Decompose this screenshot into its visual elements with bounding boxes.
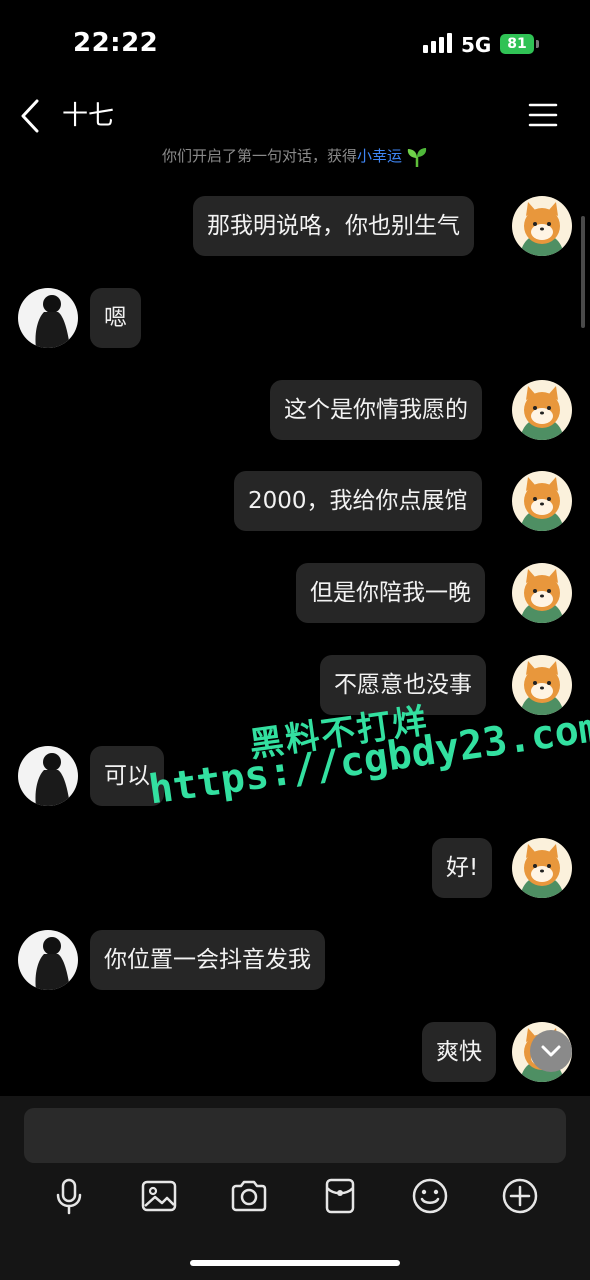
contact-avatar[interactable] <box>18 288 78 348</box>
chat-area[interactable]: 你们开启了第一句对话，获得小幸运 那我明说咯，你也别生气 嗯 这个是你情我愿的 … <box>0 146 590 1096</box>
lucky-link[interactable]: 小幸运 <box>357 147 402 165</box>
chat-title: 十七 <box>62 101 115 131</box>
message-bubble[interactable]: 那我明说咯，你也别生气 <box>193 196 474 256</box>
message-text: 2000，我给你点展馆 <box>248 488 468 514</box>
message-bubble[interactable]: 嗯 <box>90 288 141 348</box>
message-text: 你位置一会抖音发我 <box>104 947 311 973</box>
message-text: 可以 <box>104 763 150 789</box>
message-text: 那我明说咯，你也别生气 <box>207 213 460 239</box>
camera-icon[interactable] <box>229 1176 269 1216</box>
shiba-avatar-icon <box>512 838 572 898</box>
status-bar: 22:22 5G 81 <box>0 0 590 88</box>
scrollbar[interactable] <box>581 216 585 328</box>
microphone-icon[interactable] <box>49 1176 89 1216</box>
back-icon[interactable] <box>18 96 42 136</box>
self-avatar[interactable] <box>512 471 572 531</box>
nav-bar: 十七 <box>0 88 590 144</box>
system-note-text: 你们开启了第一句对话，获得 <box>161 147 357 165</box>
menu-icon[interactable] <box>528 100 558 130</box>
battery-level: 81 <box>507 36 527 52</box>
plus-icon[interactable] <box>500 1176 540 1216</box>
home-indicator[interactable] <box>190 1260 400 1266</box>
shiba-avatar-icon <box>512 380 572 440</box>
input-panel <box>0 1096 590 1280</box>
silhouette-avatar-icon <box>18 288 78 348</box>
message-input[interactable] <box>24 1108 566 1163</box>
shiba-avatar-icon <box>512 563 572 623</box>
message-bubble[interactable]: 你位置一会抖音发我 <box>90 930 325 990</box>
message-text: 好! <box>446 855 479 881</box>
chevron-down-icon <box>541 1045 561 1057</box>
red-packet-icon[interactable] <box>320 1176 360 1216</box>
contact-avatar[interactable] <box>18 930 78 990</box>
image-icon[interactable] <box>139 1176 179 1216</box>
sprout-icon <box>407 147 427 167</box>
message-bubble[interactable]: 这个是你情我愿的 <box>270 380 482 440</box>
network-type: 5G <box>461 33 492 57</box>
shiba-avatar-icon <box>512 471 572 531</box>
shiba-avatar-icon <box>512 655 572 715</box>
self-avatar[interactable] <box>512 563 572 623</box>
emoji-icon[interactable] <box>410 1176 450 1216</box>
system-note: 你们开启了第一句对话，获得小幸运 <box>0 146 590 167</box>
self-avatar[interactable] <box>512 380 572 440</box>
message-text: 爽快 <box>436 1039 482 1065</box>
shiba-avatar-icon <box>512 196 572 256</box>
message-text: 但是你陪我一晚 <box>310 580 471 606</box>
scroll-down-button[interactable] <box>530 1030 572 1072</box>
message-bubble[interactable]: 好! <box>432 838 493 898</box>
message-text: 嗯 <box>104 305 127 331</box>
silhouette-avatar-icon <box>18 930 78 990</box>
message-bubble[interactable]: 但是你陪我一晚 <box>296 563 485 623</box>
message-text: 不愿意也没事 <box>334 672 472 698</box>
contact-avatar[interactable] <box>18 746 78 806</box>
message-text: 这个是你情我愿的 <box>284 397 468 423</box>
silhouette-avatar-icon <box>18 746 78 806</box>
self-avatar[interactable] <box>512 655 572 715</box>
message-bubble[interactable]: 2000，我给你点展馆 <box>234 471 482 531</box>
signal-icon <box>423 33 452 53</box>
self-avatar[interactable] <box>512 838 572 898</box>
battery-icon: 81 <box>500 34 540 54</box>
message-bubble[interactable]: 爽快 <box>422 1022 496 1082</box>
self-avatar[interactable] <box>512 196 572 256</box>
status-time: 22:22 <box>73 28 159 58</box>
